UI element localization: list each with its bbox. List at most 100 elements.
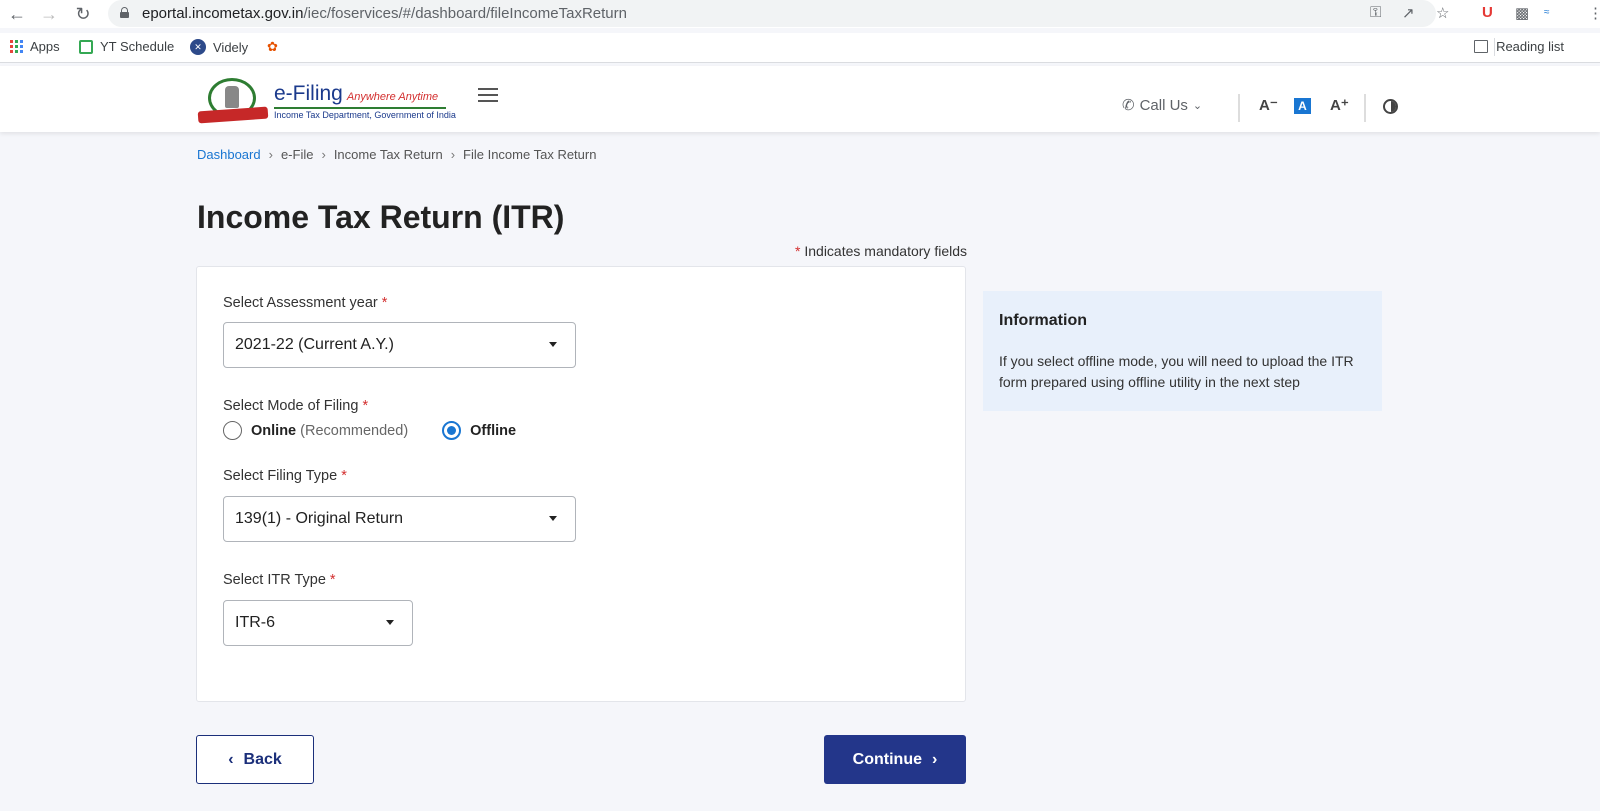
mandatory-note-text: Indicates mandatory fields [804, 243, 967, 259]
breadcrumb-current: File Income Tax Return [463, 147, 597, 162]
brand-underline [274, 107, 446, 109]
itr-form-card: Select Assessment year * 2021-22 (Curren… [196, 266, 966, 702]
menu-kebab-icon[interactable]: ⋮ [1588, 4, 1600, 22]
brand-subtitle: Income Tax Department, Government of Ind… [274, 110, 456, 120]
select-value: ITR-6 [235, 614, 275, 631]
call-us-dropdown[interactable]: ✆ Call Us ⌄ [1122, 96, 1203, 115]
chevron-down-icon: ⌄ [1192, 99, 1203, 112]
continue-label: Continue [852, 750, 922, 768]
font-increase-button[interactable]: A⁺ [1330, 96, 1349, 114]
breadcrumb: Dashboard › e-File › Income Tax Return ›… [197, 147, 596, 162]
label-text: Select ITR Type [223, 572, 326, 588]
reading-list-icon [1474, 40, 1489, 53]
information-panel: Information If you select offline mode, … [983, 291, 1382, 411]
bookmark-apps[interactable]: Apps [10, 39, 60, 54]
radio-label: Online [251, 422, 297, 439]
back-label: Back [243, 750, 282, 768]
mode-of-filing-radio-group: Online (Recommended) Offline [223, 421, 516, 440]
loom-extension-icon[interactable]: ≈ [1544, 7, 1550, 18]
bookmark-bird[interactable]: ✿ [267, 39, 278, 55]
browser-toolbar: ← → ↻ eportal.incometax.gov.in/iec/foser… [0, 0, 1600, 28]
breadcrumb-separator-icon: › [268, 147, 273, 162]
star-bookmark-icon[interactable]: ☆ [1436, 4, 1449, 22]
radio-checked-icon[interactable] [442, 421, 462, 440]
required-asterisk: * [381, 295, 388, 311]
reading-list-button[interactable]: Reading list [1474, 39, 1564, 54]
required-asterisk: * [362, 398, 369, 414]
bookmarks-divider [1494, 38, 1495, 56]
site-header: e-Filing Anywhere Anytime Income Tax Depa… [0, 66, 1600, 132]
ublock-extension-icon[interactable]: U [1482, 4, 1493, 21]
forward-arrow-icon[interactable]: → [38, 3, 60, 25]
page-title: Income Tax Return (ITR) [197, 199, 565, 235]
select-value: 139(1) - Original Return [235, 510, 404, 527]
bookmark-yt-schedule[interactable]: YT Schedule [79, 39, 174, 54]
bookmark-label: Apps [30, 39, 60, 54]
label-text: Select Mode of Filing [223, 398, 359, 414]
chevron-right-icon: › [932, 750, 938, 768]
key-icon[interactable]: ⚿ [1370, 4, 1381, 21]
itr-type-select[interactable]: ITR-6 [223, 600, 413, 646]
sheet-icon [79, 39, 93, 54]
bookmark-label: YT Schedule [100, 39, 175, 54]
radio-online[interactable]: Online (Recommended) [223, 421, 408, 440]
breadcrumb-separator-icon: › [450, 147, 456, 162]
caret-down-icon [549, 516, 557, 521]
radio-offline[interactable]: Offline [442, 421, 516, 440]
back-button[interactable]: ‹ Back [196, 735, 314, 784]
caret-down-icon [386, 620, 394, 625]
required-asterisk: * [341, 468, 347, 484]
lock-icon [120, 7, 129, 18]
select-value: 2021-22 (Current A.Y.) [235, 336, 394, 353]
apps-grid-icon [10, 40, 23, 53]
reading-list-label: Reading list [1496, 39, 1564, 54]
caret-down-icon [549, 342, 557, 347]
phone-icon: ✆ [1122, 97, 1135, 114]
continue-button[interactable]: Continue › [824, 735, 966, 784]
mode-of-filing-label: Select Mode of Filing * [223, 398, 368, 414]
bookmark-videly[interactable]: ✕ Videly [190, 39, 248, 55]
bookmarks-bar: Apps YT Schedule ✕ Videly ✿ Reading list [0, 33, 1600, 63]
url-domain: eportal.incometax.gov.in [142, 5, 304, 22]
info-text: If you select offline mode, you will nee… [999, 353, 1354, 390]
radio-unchecked-icon[interactable] [223, 421, 242, 440]
font-decrease-button[interactable]: A⁻ [1259, 96, 1278, 114]
url-text[interactable]: eportal.incometax.gov.in/iec/foservices/… [142, 5, 627, 22]
header-divider [1238, 94, 1240, 122]
filing-type-label: Select Filing Type * [223, 468, 347, 484]
breadcrumb-dashboard[interactable]: Dashboard [197, 147, 261, 162]
hamburger-menu-icon[interactable] [478, 88, 498, 102]
back-arrow-icon[interactable]: ← [6, 3, 28, 25]
contrast-toggle-icon[interactable] [1383, 99, 1398, 114]
breadcrumb-separator-icon: › [321, 147, 326, 162]
breadcrumb-e-file[interactable]: e-File [281, 147, 314, 162]
emblem-logo[interactable] [197, 78, 269, 128]
required-asterisk: * [795, 243, 801, 259]
filing-type-select[interactable]: 139(1) - Original Return [223, 496, 576, 542]
label-text: Select Filing Type [223, 468, 338, 484]
itr-type-label: Select ITR Type * [223, 572, 336, 588]
radio-label: Offline [470, 422, 517, 439]
url-path: /iec/foservices/#/dashboard/fileIncomeTa… [303, 5, 627, 22]
bookmark-label: Videly [213, 39, 249, 55]
assessment-year-select[interactable]: 2021-22 (Current A.Y.) [223, 322, 576, 368]
font-normal-button[interactable]: A [1294, 98, 1311, 114]
extensions-puzzle-icon[interactable]: ▩ [1515, 4, 1529, 22]
address-bar[interactable]: eportal.incometax.gov.in/iec/foservices/… [108, 0, 1449, 27]
label-text: Select Assessment year [223, 295, 378, 311]
call-us-label: Call Us [1139, 96, 1188, 114]
chevron-left-icon: ‹ [228, 750, 234, 768]
brand-logo[interactable]: e-Filing Anywhere Anytime Income Tax Depa… [274, 82, 456, 120]
bird-icon: ✿ [267, 39, 278, 54]
assessment-year-label: Select Assessment year * [223, 295, 387, 311]
header-divider [1364, 94, 1366, 122]
breadcrumb-income-tax-return[interactable]: Income Tax Return [334, 147, 443, 162]
radio-hint: (Recommended) [300, 422, 409, 439]
reload-icon[interactable]: ↻ [72, 3, 94, 25]
required-asterisk: * [329, 572, 336, 588]
info-title: Information [999, 312, 1087, 329]
brand-tagline: Anywhere Anytime [346, 91, 439, 103]
videly-icon: ✕ [190, 39, 206, 55]
mandatory-note: * Indicates mandatory fields [795, 243, 967, 259]
share-icon[interactable]: ↗ [1402, 4, 1415, 22]
